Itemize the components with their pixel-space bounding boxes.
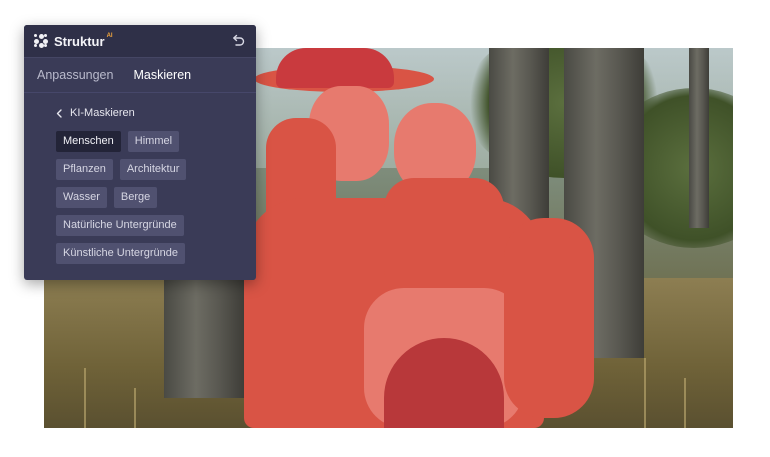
mask-arm-right	[504, 218, 594, 418]
chip-himmel[interactable]: Himmel	[127, 131, 180, 152]
undo-icon[interactable]	[230, 33, 246, 49]
chip-kuenstliche-untergruende[interactable]: Künstliche Untergründe	[56, 243, 185, 264]
chip-pflanzen[interactable]: Pflanzen	[56, 159, 113, 180]
grass	[644, 358, 646, 428]
panel-tabs: Anpassungen Maskieren	[24, 58, 256, 93]
chip-architektur[interactable]: Architektur	[119, 159, 187, 180]
struktur-logo-icon	[34, 34, 48, 48]
back-button[interactable]: KI-Maskieren	[56, 107, 256, 119]
chevron-left-icon	[56, 108, 62, 118]
ai-badge: AI	[106, 33, 113, 39]
tree-trunk	[689, 48, 709, 228]
grass	[84, 368, 86, 428]
chip-berge[interactable]: Berge	[113, 187, 158, 208]
mask-category-list: Menschen Himmel Pflanzen Architektur Was…	[56, 131, 256, 264]
chip-wasser[interactable]: Wasser	[56, 187, 107, 208]
back-label: KI-Maskieren	[70, 107, 135, 119]
struktur-panel: Struktur AI Anpassungen Maskieren KI-Mas…	[24, 25, 256, 280]
panel-title: Struktur	[54, 33, 105, 49]
mask-hat	[276, 48, 394, 88]
grass	[134, 388, 136, 428]
chip-natuerliche-untergruende[interactable]: Natürliche Untergründe	[56, 215, 184, 236]
tree-trunk	[164, 278, 244, 398]
panel-header: Struktur AI	[24, 25, 256, 58]
chip-menschen[interactable]: Menschen	[56, 131, 121, 152]
tab-anpassungen[interactable]: Anpassungen	[37, 68, 113, 82]
tab-maskieren[interactable]: Maskieren	[133, 68, 191, 82]
grass	[684, 378, 686, 428]
ai-masking-section: KI-Maskieren Menschen Himmel Pflanzen Ar…	[24, 93, 256, 264]
mask-baby-body	[384, 178, 504, 298]
